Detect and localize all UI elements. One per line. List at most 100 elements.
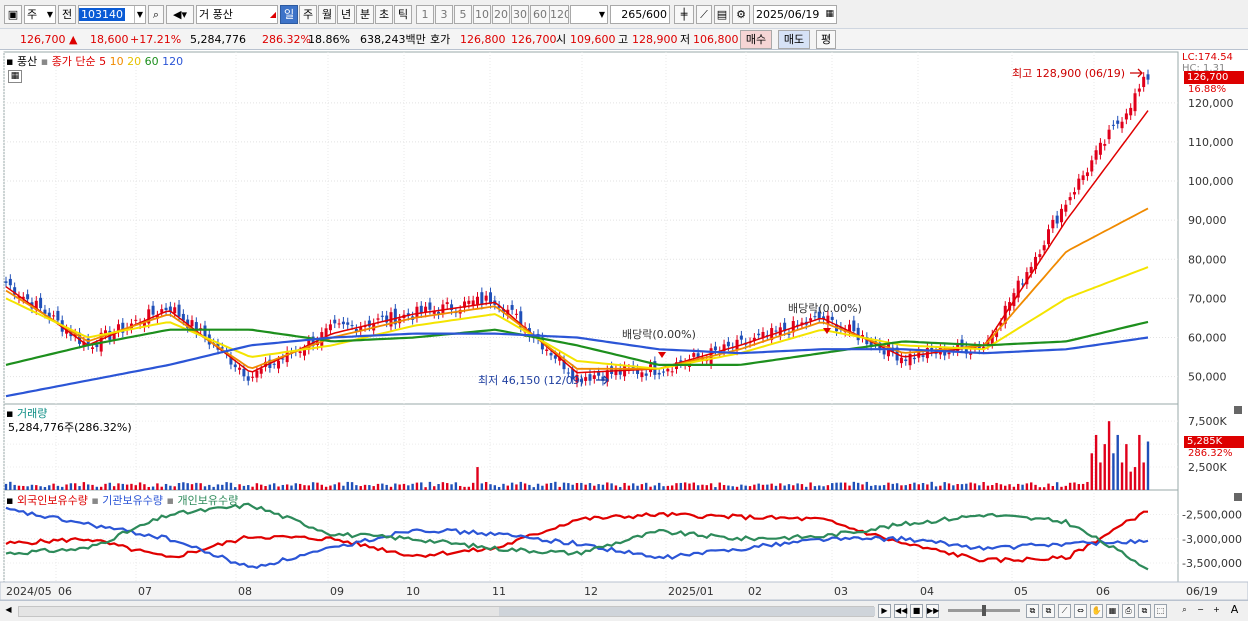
prefix-button[interactable]: 전 [58,5,76,24]
code-input[interactable]: 103140 ▼ [78,5,146,24]
volume-bar [208,484,211,490]
period-tab-0[interactable]: 일 [280,5,298,24]
period-tab-4[interactable]: 분 [356,5,374,24]
fast-forward-icon[interactable]: ▶▶ [926,604,939,618]
volume-bar [303,485,306,490]
volume-bar [459,485,462,490]
candle-body [26,294,30,300]
zoom-slider[interactable] [948,605,1020,616]
minute-tab-60[interactable]: 60 [530,5,550,24]
volume-bar [597,484,600,490]
print-icon[interactable]: ⎙ [1122,604,1135,618]
volume-bar [173,486,176,490]
panel-close-icon[interactable] [1234,406,1242,414]
volume-bar [471,482,475,490]
candle-body [640,372,644,378]
period-tab-5[interactable]: 초 [375,5,393,24]
volume-bar [787,484,791,490]
window-icon[interactable]: ▣ [4,5,22,24]
unit-select[interactable]: ▼ [570,5,608,24]
candle-body [39,297,43,309]
volume-bar [186,483,189,490]
gear-icon[interactable]: ⚙ [732,5,750,24]
draw-tool-icon[interactable]: ⟋ [696,5,712,24]
calc-icon[interactable]: ▦ [8,70,22,83]
save-icon[interactable]: ▤ [714,5,730,24]
search-icon[interactable]: ⌕ [148,5,164,24]
scroll-thumb[interactable] [499,607,875,616]
period-tab-6[interactable]: 틱 [394,5,412,24]
panel-close-icon[interactable] [1234,493,1242,501]
y-tick-6: 60,000 [1188,332,1227,345]
pan-icon[interactable]: ✋ [1090,604,1103,618]
volume-bar [238,484,241,490]
dividend-note-2: 배당락(0.00%) [788,302,862,315]
volume-tag-pct: 286.32% [1188,448,1233,459]
volume-bar [285,484,289,490]
minute-tab-10[interactable]: 10 [473,5,491,24]
count-field[interactable]: 265/600 [610,5,670,24]
candle-body [545,349,549,351]
zoom-icon[interactable]: ⌕ [1178,604,1191,618]
eval-button[interactable]: 평 [816,30,836,49]
minute-tab-5[interactable]: 5 [454,5,472,24]
layout-icon[interactable]: ⧉ [1026,604,1039,618]
sound-icon[interactable]: ◀▾ [166,5,194,24]
period-tab-3[interactable]: 년 [337,5,355,24]
minute-tab-30[interactable]: 30 [511,5,529,24]
buy-button[interactable]: 매수 [740,30,772,49]
volume-bar [134,485,137,490]
minute-tab-1[interactable]: 1 [416,5,434,24]
sell-button[interactable]: 매도 [778,30,810,49]
font-size-icon[interactable]: A [1228,604,1241,618]
layout-icon[interactable]: ⧉ [1042,604,1055,618]
zoom-out-icon[interactable]: − [1194,604,1207,618]
period-tab-1[interactable]: 주 [299,5,317,24]
volume-bar [999,484,1003,490]
count-value: 265 [621,8,643,21]
volume-bar [766,484,769,490]
candle-body [852,320,856,332]
date-field[interactable]: 2025/06/19 ▦ [753,5,837,24]
market-select[interactable]: 주 ▼ [24,5,56,24]
minute-tab-20[interactable]: 20 [492,5,510,24]
export-icon[interactable]: ⬚ [1154,604,1167,618]
scroll-track[interactable] [18,606,875,617]
minute-tab-120[interactable]: 120 [549,5,569,24]
x-tick-6: 11 [492,585,506,598]
volume-bar [852,481,856,490]
zoom-slider-handle[interactable] [982,605,986,616]
code-dropdown-icon[interactable]: ▼ [134,6,145,23]
volume-bar [324,486,328,490]
copy-icon[interactable]: ⧉ [1138,604,1151,618]
period-tab-2[interactable]: 월 [318,5,336,24]
volume-bar [307,485,311,490]
zoom-in-icon[interactable]: + [1210,604,1223,618]
code-value: 103140 [79,8,125,21]
fit-icon[interactable]: ⇔ [1074,604,1087,618]
candle-type-icon[interactable]: ╪ [674,5,694,24]
volume-bar [614,485,618,490]
open: 109,600 [570,33,616,46]
volume-bar [532,487,535,490]
candle-body [670,371,674,373]
candle-body [1137,88,1141,92]
legend-icon: ▪ [40,55,49,68]
next-icon[interactable]: ▶ [878,604,891,618]
candle-body [328,324,332,331]
volume-bar [30,484,34,490]
candle-body [346,322,350,325]
scroll-left-icon[interactable]: ◀ [2,604,15,618]
candle-body [882,350,886,355]
candle-body [246,376,250,381]
stop-icon[interactable]: ■ [910,604,923,618]
candle-body [376,318,380,320]
volume-bar [1017,483,1020,490]
volume-bar [61,486,64,490]
draw-icon[interactable]: ⟋ [1058,604,1071,618]
grid-icon[interactable]: ▦ [1106,604,1119,618]
stock-name-field[interactable]: 거 풍산 ◢ [196,5,278,24]
rewind-icon[interactable]: ◀◀ [894,604,907,618]
volume-bar [143,484,146,490]
minute-tab-3[interactable]: 3 [435,5,453,24]
